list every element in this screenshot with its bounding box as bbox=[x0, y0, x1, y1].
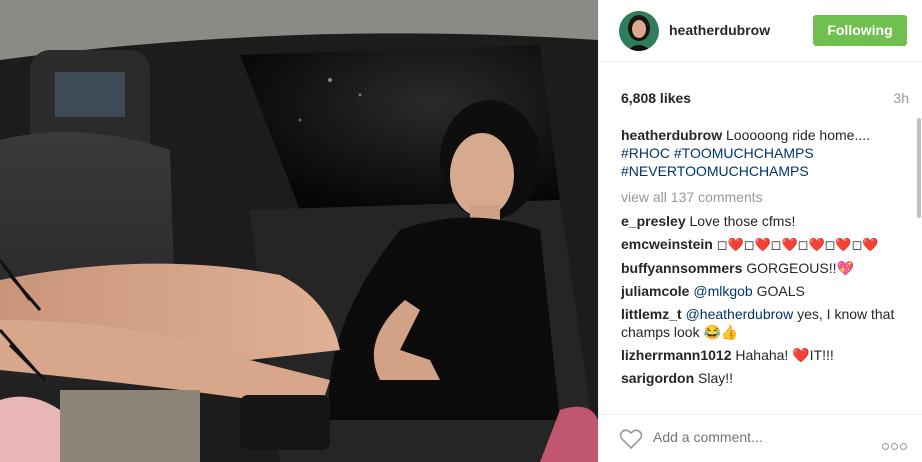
comment: e_presley Love those cfms! bbox=[621, 212, 901, 230]
comment-username[interactable]: juliamcole bbox=[621, 283, 689, 299]
comment-username[interactable]: littlemz_t bbox=[621, 306, 682, 322]
comment-username[interactable]: e_presley bbox=[621, 213, 686, 229]
comment-bar bbox=[599, 414, 922, 462]
comment: juliamcole @mlkgob GOALS bbox=[621, 282, 901, 300]
add-comment-input[interactable] bbox=[653, 429, 853, 445]
avatar-image bbox=[619, 11, 659, 51]
comments-list: heatherdubrow Looooong ride home.... #RH… bbox=[621, 126, 901, 392]
comment-username[interactable]: sarigordon bbox=[621, 370, 694, 386]
photo-illustration bbox=[0, 0, 598, 462]
view-all-comments-link[interactable]: view all 137 comments bbox=[621, 188, 901, 206]
comment: buffyannsommers GORGEOUS!!💖 bbox=[621, 259, 901, 277]
caption-username[interactable]: heatherdubrow bbox=[621, 127, 722, 143]
post-photo[interactable] bbox=[0, 0, 598, 462]
more-options-icon[interactable] bbox=[880, 437, 907, 455]
post-panel: heatherdubrow Following 6,808 likes 3h h… bbox=[598, 0, 922, 462]
comment: lizherrmann1012 Hahaha! ❤️IT!!! bbox=[621, 346, 901, 364]
comment-text: Love those cfms! bbox=[689, 213, 796, 229]
post-header: heatherdubrow Following bbox=[599, 0, 922, 62]
comment-username[interactable]: lizherrmann1012 bbox=[621, 347, 732, 363]
comment-text: GORGEOUS!!💖 bbox=[746, 260, 854, 276]
comment-text: Slay!! bbox=[698, 370, 734, 386]
comment-username[interactable]: buffyannsommers bbox=[621, 260, 742, 276]
comment: sarigordon Slay!! bbox=[621, 369, 901, 387]
comment-text: Hahaha! ❤️IT!!! bbox=[735, 347, 834, 363]
scrollbar[interactable] bbox=[917, 118, 921, 218]
heart-icon[interactable] bbox=[619, 428, 643, 450]
username[interactable]: heatherdubrow bbox=[669, 22, 770, 38]
likes-count[interactable]: 6,808 likes bbox=[621, 90, 691, 106]
likes-row: 6,808 likes 3h bbox=[621, 90, 909, 108]
post-time[interactable]: 3h bbox=[893, 90, 909, 106]
comment: littlemz_t @heatherdubrow yes, I know th… bbox=[621, 305, 901, 341]
comment-text: ◻❤️◻❤️◻❤️◻❤️◻❤️◻❤️ bbox=[716, 237, 879, 252]
comment-mention[interactable]: @heatherdubrow bbox=[686, 306, 794, 322]
caption: heatherdubrow Looooong ride home.... #RH… bbox=[621, 126, 901, 180]
following-button[interactable]: Following bbox=[813, 15, 907, 46]
comment-text: GOALS bbox=[756, 283, 805, 299]
comment: emcweinstein ◻❤️◻❤️◻❤️◻❤️◻❤️◻❤️ bbox=[621, 235, 901, 254]
caption-hashtags[interactable]: #RHOC #TOOMUCHCHAMPS #NEVERTOOMUCHCHAMPS bbox=[621, 144, 901, 180]
comment-mention[interactable]: @mlkgob bbox=[693, 283, 752, 299]
comment-username[interactable]: emcweinstein bbox=[621, 236, 713, 252]
avatar[interactable] bbox=[619, 11, 659, 51]
caption-text: Looooong ride home.... bbox=[726, 127, 871, 143]
